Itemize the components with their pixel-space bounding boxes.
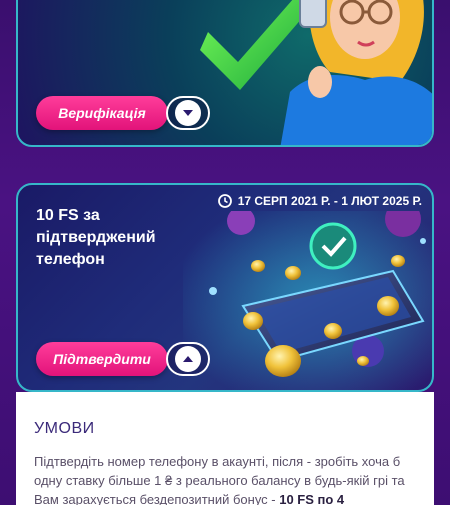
conditions-text-body: Підтвердіть номер телефону в акаунті, пі…: [34, 454, 405, 505]
verification-button-label: Верифікація: [58, 105, 146, 121]
conditions-text-bold: 10 FS по 4: [279, 492, 345, 505]
clock-icon: [217, 194, 232, 208]
verification-button[interactable]: Верифікація: [36, 96, 168, 130]
verification-card: Верифікація: [16, 0, 434, 147]
card-title: 10 FS за підтверджений телефон: [36, 207, 156, 268]
girl-with-phone-illustration: [280, 0, 432, 145]
chevron-down-icon: [183, 110, 193, 116]
confirm-button-label: Підтвердити: [53, 351, 151, 367]
confirm-button[interactable]: Підтвердити: [36, 342, 168, 376]
toggle-knob: [175, 346, 201, 372]
toggle-knob: [175, 100, 201, 126]
verification-expand-toggle[interactable]: [166, 96, 210, 130]
phone-collapse-toggle[interactable]: [166, 342, 210, 376]
chevron-up-icon: [183, 356, 193, 362]
date-range: 17 СЕРП 2021 Р. - 1 ЛЮТ 2025 Р.: [217, 194, 422, 208]
phone-confirmation-card: 17 СЕРП 2021 Р. - 1 ЛЮТ 2025 Р. 10 FS за…: [16, 183, 434, 392]
phone-coins-illustration: [183, 211, 432, 390]
conditions-heading: УМОВИ: [34, 420, 95, 437]
date-range-text: 17 СЕРП 2021 Р. - 1 ЛЮТ 2025 Р.: [237, 194, 422, 208]
conditions-text: Підтвердіть номер телефону в акаунті, пі…: [34, 452, 424, 505]
page: Верифікація 17 СЕРП 2021 Р. - 1 ЛЮТ 2025…: [0, 0, 450, 505]
conditions-panel: УМОВИ Підтвердіть номер телефону в акаун…: [16, 392, 434, 505]
